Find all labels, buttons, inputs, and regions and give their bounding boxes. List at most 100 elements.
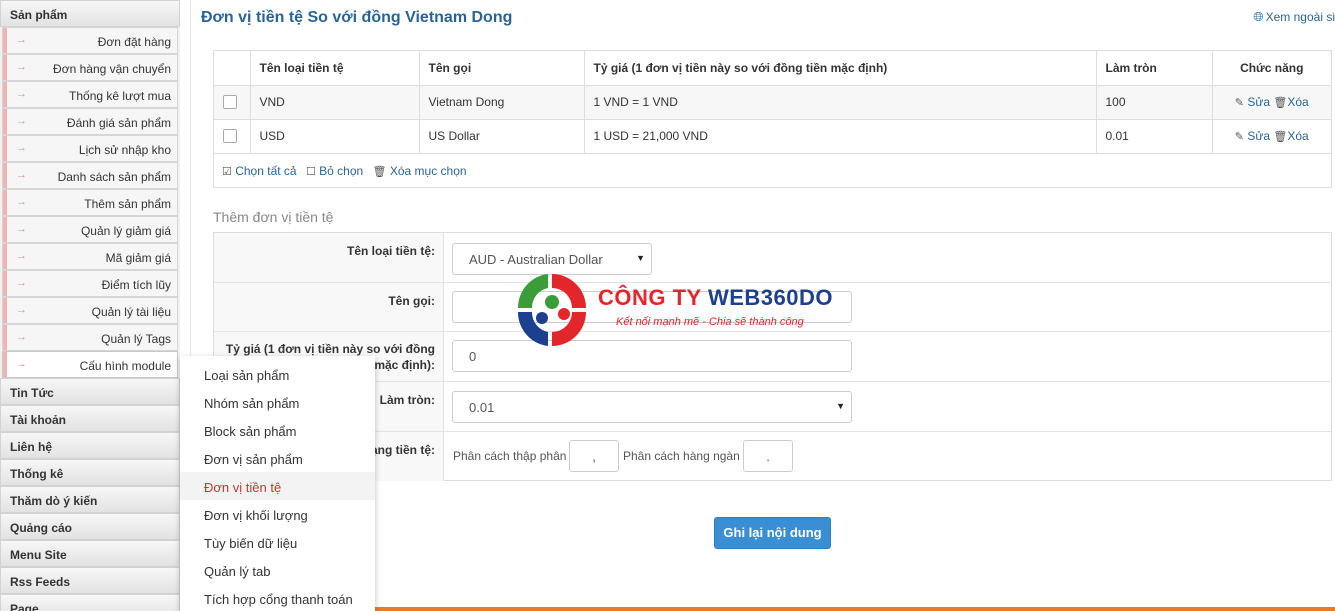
submenu-item[interactable]: Đơn vị khối lượng [180,500,375,528]
cell-round: 0.01 [1096,119,1213,154]
header-name: Tên gọi [419,51,585,86]
row-checkbox-cell [214,119,251,154]
sidebar-sub-item[interactable]: → Thống kê lượt mua [2,81,178,108]
header-round: Làm tròn [1096,51,1213,86]
currency-list: Tên loại tiền tệ Tên gọi Tỷ giá (1 đơn v… [213,50,1332,188]
edit-link[interactable]: ✎ Sửa [1235,95,1270,109]
sidebar-sub-item[interactable]: → Danh sách sản phẩm [2,162,178,189]
sidebar-sub-item[interactable]: → Quản lý Tags [2,324,178,351]
form-row-round: Làm tròn: 0.01 ▼ [214,382,1331,432]
logo-slogan: Kết nối mạnh mẽ - Chia sẽ thành công [616,316,804,328]
sidebar-main-item[interactable]: Quảng cáo [0,513,180,540]
cell-rate: 1 USD = 21,000 VND [584,119,1097,154]
trash-icon: 🗑︎ [372,165,387,178]
sidebar-sub-item[interactable]: → Lịch sử nhập kho [2,135,178,162]
sidebar-sub-item[interactable]: → Quản lý giảm giá [2,216,178,243]
arrow-right-icon: → [16,169,27,181]
sidebar-sub-item[interactable]: → Đơn hàng vận chuyển [2,54,178,81]
caret-down-icon: ▼ [636,253,645,263]
submenu-item[interactable]: Tùy biến dữ liệu [180,528,375,556]
view-site-label: Xem ngoài si [1265,10,1335,24]
delete-link[interactable]: 🗑︎Xóa [1273,95,1308,109]
sidebar-sub-item[interactable]: → Mã giảm giá [2,243,178,270]
sidebar-header-products[interactable]: Sản phẩm [0,0,180,27]
sidebar-sub-item[interactable]: → Đơn đặt hàng [2,27,178,54]
submenu-item[interactable]: Tích hợp cổng thanh toán [180,584,375,611]
cell-actions: ✎ Sửa 🗑︎Xóa [1212,85,1331,120]
sidebar-sub-item[interactable]: → Thêm sản phẩm [2,189,178,216]
trash-icon: 🗑︎ [1273,97,1288,109]
row-checkbox[interactable] [223,129,237,144]
cell-actions: ✎ Sửa 🗑︎Xóa [1212,119,1331,154]
sidebar-main-list: Tin Tức Tài khoản Liên hệ Thống kê Thăm dò ý… [0,378,180,611]
sidebar-sub-item[interactable]: → Quản lý tài liệu [2,297,178,324]
sidebar-main-item[interactable]: Page [0,594,180,611]
arrow-right-icon: → [16,34,27,46]
sidebar-sub-item[interactable]: → Cấu hình module [2,351,178,378]
deselect-link[interactable]: ☐ Bỏ chọn [306,164,363,178]
sidebar: Sản phẩm → Đơn đặt hàng → Đơn hàng vận chuy… [0,0,180,611]
sidebar-sub-item-label: Quản lý Tags [101,332,171,346]
sidebar-sub-item-label: Đơn đặt hàng [97,35,171,49]
arrow-right-icon: → [16,358,27,370]
sidebar-main-item[interactable]: Thống kê [0,459,180,486]
select-all-label: Chọn tất cả [235,163,297,178]
sidebar-sub-item-label: Đánh giá sản phẩm [66,116,171,130]
decimal-sep-input[interactable]: , [569,440,619,472]
sidebar-sub-item[interactable]: → Điểm tích lũy [2,270,178,297]
select-all-link[interactable]: ☑ Chọn tất cả [222,164,297,178]
sidebar-sub-item[interactable]: → Đánh giá sản phẩm [2,108,178,135]
delete-selected-label: Xóa mục chọn [389,163,467,178]
submenu-item[interactable]: Đơn vị tiền tệ [180,472,375,500]
arrow-right-icon: → [16,142,27,154]
sidebar-main-item[interactable]: Tin Tức [0,378,180,405]
sidebar-main-item[interactable]: Menu Site [0,540,180,567]
row-checkbox[interactable] [223,95,237,110]
arrow-right-icon: → [16,250,27,262]
cell-round: 100 [1096,85,1213,120]
name-label: Tên gọi: [214,283,444,331]
save-button[interactable]: Ghi lại nội dung [714,517,831,549]
sidebar-main-item[interactable]: Thăm dò ý kiến [0,486,180,513]
header-code: Tên loại tiền tệ [250,51,420,86]
sidebar-main-item[interactable]: Liên hệ [0,432,180,459]
cell-name: Vietnam Dong [419,85,585,120]
caret-down-icon: ▼ [836,401,845,411]
row-checkbox-cell [214,85,251,120]
edit-link[interactable]: ✎ Sửa [1235,129,1270,143]
submenu-item[interactable]: Loại sản phẩm [180,360,375,388]
sidebar-main-item[interactable]: Tài khoản [0,405,180,432]
arrow-right-icon: → [16,223,27,235]
delete-label: Xóa [1287,95,1309,109]
view-site-link[interactable]: 🌐︎ Xem ngoài si [1253,9,1335,25]
cell-name: US Dollar [419,119,585,154]
page-title: Đơn vị tiền tệ So với đồng Vietnam Dong [201,9,513,26]
cell-code: USD [250,119,420,154]
delete-link[interactable]: 🗑︎Xóa [1273,129,1308,143]
header-actions: Chức năng [1212,51,1331,86]
submenu-item[interactable]: Block sản phẩm [180,416,375,444]
edit-icon: ✎ [1234,97,1244,109]
sidebar-sub-item-label: Mã giảm giá [105,251,171,265]
thousand-sep-label: Phân cách hàng ngàn [623,449,740,463]
round-select[interactable]: 0.01 ▼ [452,391,852,423]
form-row-format: ạng tiền tệ: Phân cách thập phân , Phân … [214,432,1331,481]
submenu-item[interactable]: Nhóm sản phẩm [180,388,375,416]
sidebar-sub-list: → Đơn đặt hàng → Đơn hàng vận chuyển → Thống … [0,27,180,378]
delete-selected-link[interactable]: 🗑︎ Xóa mục chọn [373,164,467,178]
submenu-item[interactable]: Quản lý tab [180,556,375,584]
sidebar-sub-item-label: Điểm tích lũy [101,278,171,292]
module-config-submenu: Loại sản phẩm Nhóm sản phẩm Block sản phẩm… [180,356,375,611]
logo-name-blue: WEB360DO [707,285,833,310]
footer-accent-bar [375,607,1335,611]
rate-label-line1: Tỷ giá (1 đơn vị tiền này so với đồng [225,342,435,356]
sidebar-main-item[interactable]: Rss Feeds [0,567,180,594]
round-select-value: 0.01 [469,400,495,415]
submenu-item[interactable]: Đơn vị sản phẩm [180,444,375,472]
header-rate: Tỷ giá (1 đơn vị tiền này so với đồng ti… [584,51,1097,86]
deselect-label: Bỏ chọn [319,163,364,178]
thousand-sep-input[interactable]: . [743,440,793,472]
table-row: USD US Dollar 1 USD = 21,000 VND 0.01 ✎ … [214,119,1331,154]
arrow-right-icon: → [16,61,27,73]
sidebar-sub-item-label: Thống kê lượt mua [69,89,171,103]
